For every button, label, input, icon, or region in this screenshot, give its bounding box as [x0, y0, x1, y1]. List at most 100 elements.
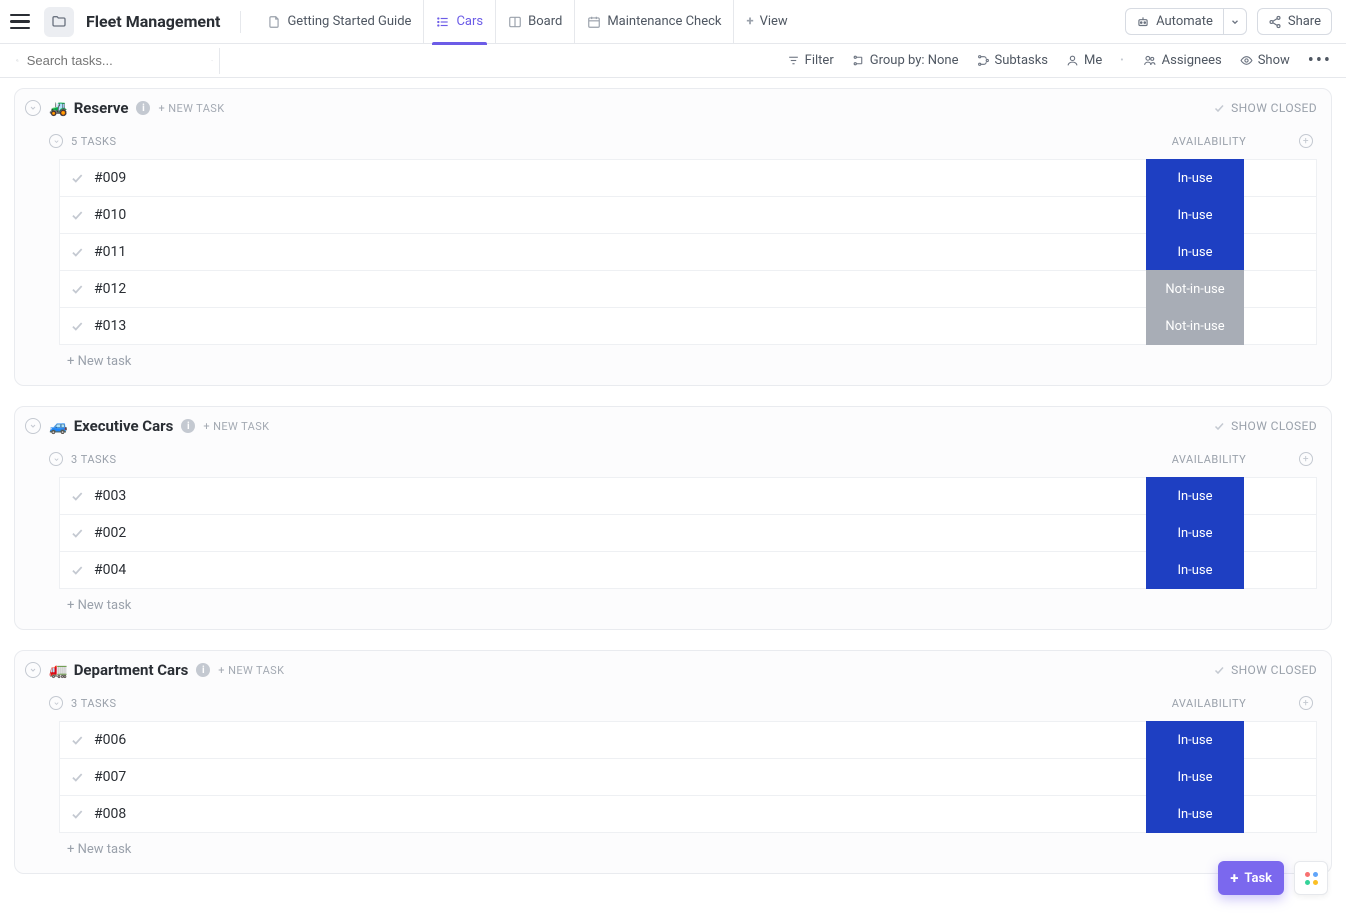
new-task-footer[interactable]: + New task [59, 832, 1317, 861]
availability-badge[interactable]: In-use [1146, 159, 1244, 197]
task-name[interactable]: #003 [94, 488, 1146, 504]
availability-badge[interactable]: In-use [1146, 795, 1244, 833]
collapse-toggle[interactable] [25, 662, 41, 678]
task-name[interactable]: #010 [94, 207, 1146, 223]
status-check[interactable] [60, 563, 94, 577]
availability-header[interactable]: AVAILABILITY [1149, 453, 1269, 466]
availability-badge[interactable]: Not-in-use [1146, 270, 1244, 308]
new-task-footer[interactable]: + New task [59, 588, 1317, 617]
task-row[interactable]: #008In-use [59, 795, 1317, 833]
tab-maintenance[interactable]: Maintenance Check [575, 0, 734, 44]
task-row[interactable]: #013Not-in-use [59, 307, 1317, 345]
availability-badge[interactable]: In-use [1146, 758, 1244, 796]
availability-badge[interactable]: In-use [1146, 233, 1244, 271]
task-row[interactable]: #011In-use [59, 233, 1317, 271]
add-column-button[interactable]: + [1299, 134, 1313, 148]
availability-badge[interactable]: In-use [1146, 551, 1244, 589]
groupby-button[interactable]: Group by: None [852, 53, 959, 68]
subtasks-button[interactable]: Subtasks [977, 53, 1049, 68]
task-name[interactable]: #012 [94, 281, 1146, 297]
collapse-toggle[interactable] [25, 418, 41, 434]
availability-header[interactable]: AVAILABILITY [1149, 697, 1269, 710]
availability-header[interactable]: AVAILABILITY [1149, 135, 1269, 148]
show-closed-button[interactable]: SHOW CLOSED [1213, 663, 1317, 677]
task-row[interactable]: #002In-use [59, 514, 1317, 552]
availability-badge[interactable]: In-use [1146, 196, 1244, 234]
group-title[interactable]: 🚙Executive Cars [49, 417, 173, 435]
new-task-inline[interactable]: + NEW TASK [158, 102, 224, 115]
me-button[interactable]: Me [1066, 53, 1102, 68]
status-check[interactable] [60, 171, 94, 185]
group-title[interactable]: 🚜Reserve [49, 99, 128, 117]
chevron-down-icon [29, 422, 37, 430]
task-count[interactable]: 3 TASKS [49, 452, 116, 466]
more-icon[interactable]: ••• [1308, 50, 1332, 71]
status-check[interactable] [60, 526, 94, 540]
info-icon[interactable]: i [136, 101, 150, 115]
task-name[interactable]: #013 [94, 318, 1146, 334]
status-check[interactable] [60, 282, 94, 296]
task-row[interactable]: #012Not-in-use [59, 270, 1317, 308]
task-name[interactable]: #004 [94, 562, 1146, 578]
new-task-fab[interactable]: + Task [1218, 861, 1284, 895]
add-view-button[interactable]: + View [734, 0, 799, 44]
share-button[interactable]: Share [1257, 8, 1332, 35]
collapse-toggle[interactable] [49, 452, 63, 466]
task-name[interactable]: #011 [94, 244, 1146, 260]
availability-badge[interactable]: Not-in-use [1146, 307, 1244, 345]
task-row[interactable]: #006In-use [59, 721, 1317, 759]
tab-getting-started[interactable]: Getting Started Guide [255, 0, 424, 44]
task-name[interactable]: #007 [94, 769, 1146, 785]
availability-badge[interactable]: In-use [1146, 477, 1244, 515]
check-icon [1213, 664, 1225, 676]
task-name[interactable]: #006 [94, 732, 1146, 748]
collapse-toggle[interactable] [49, 696, 63, 710]
task-name[interactable]: #002 [94, 525, 1146, 541]
show-closed-button[interactable]: SHOW CLOSED [1213, 419, 1317, 433]
show-closed-button[interactable]: SHOW CLOSED [1213, 101, 1317, 115]
tab-cars[interactable]: Cars [424, 0, 496, 44]
chevron-down-icon[interactable] [211, 55, 213, 66]
tab-label: Board [528, 14, 562, 29]
group-title[interactable]: 🚛Department Cars [49, 661, 188, 679]
add-column-button[interactable]: + [1299, 452, 1313, 466]
groupby-label: Group by: None [870, 53, 959, 68]
assignees-button[interactable]: Assignees [1142, 53, 1222, 68]
search-box[interactable] [10, 48, 220, 74]
status-check[interactable] [60, 489, 94, 503]
task-name[interactable]: #008 [94, 806, 1146, 822]
task-row[interactable]: #009In-use [59, 159, 1317, 197]
add-column-button[interactable]: + [1299, 696, 1313, 710]
task-row[interactable]: #003In-use [59, 477, 1317, 515]
menu-icon[interactable] [8, 10, 32, 34]
info-icon[interactable]: i [181, 419, 195, 433]
filter-button[interactable]: Filter [787, 53, 834, 68]
show-button[interactable]: Show [1240, 53, 1290, 68]
task-row[interactable]: #010In-use [59, 196, 1317, 234]
search-input[interactable] [25, 52, 205, 69]
status-check[interactable] [60, 245, 94, 259]
status-check[interactable] [60, 770, 94, 784]
status-check[interactable] [60, 807, 94, 821]
task-count[interactable]: 3 TASKS [49, 696, 116, 710]
new-task-inline[interactable]: + NEW TASK [218, 664, 284, 677]
task-row[interactable]: #004In-use [59, 551, 1317, 589]
tab-board[interactable]: Board [496, 0, 575, 44]
apps-fab[interactable] [1294, 861, 1328, 895]
status-check[interactable] [60, 208, 94, 222]
task-name[interactable]: #009 [94, 170, 1146, 186]
availability-badge[interactable]: In-use [1146, 514, 1244, 552]
task-row[interactable]: #007In-use [59, 758, 1317, 796]
folder-icon[interactable] [44, 7, 74, 37]
new-task-footer[interactable]: + New task [59, 344, 1317, 373]
status-check[interactable] [60, 733, 94, 747]
task-count[interactable]: 5 TASKS [49, 134, 116, 148]
info-icon[interactable]: i [196, 663, 210, 677]
automate-button[interactable]: Automate [1125, 8, 1247, 35]
new-task-inline[interactable]: + NEW TASK [203, 420, 269, 433]
collapse-toggle[interactable] [49, 134, 63, 148]
availability-badge[interactable]: In-use [1146, 721, 1244, 759]
automate-caret[interactable] [1223, 9, 1246, 34]
status-check[interactable] [60, 319, 94, 333]
collapse-toggle[interactable] [25, 100, 41, 116]
